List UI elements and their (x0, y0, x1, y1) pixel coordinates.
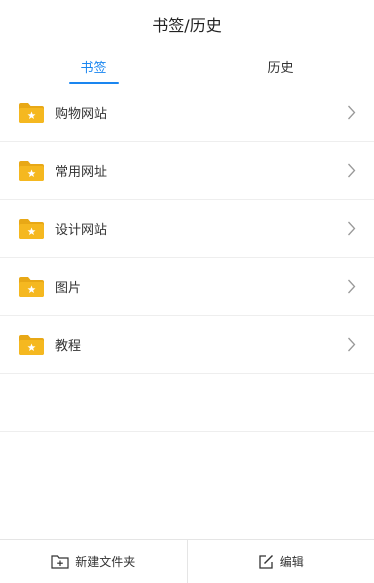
new-folder-button[interactable]: 新建文件夹 (0, 540, 187, 583)
folder-item-tutorials[interactable]: 教程 (0, 316, 374, 374)
edit-label: 编辑 (279, 555, 304, 569)
edit-button[interactable]: 编辑 (186, 540, 374, 583)
folder-star-icon (19, 102, 44, 123)
page-title: 书签/历史 (152, 16, 222, 35)
folder-star-icon (19, 160, 44, 181)
folder-label: 图片 (55, 281, 82, 296)
tab-bar: 书签 历史 (0, 48, 374, 84)
folder-star-icon (19, 218, 44, 239)
empty-row (0, 374, 374, 432)
tab-bookmarks[interactable]: 书签 (0, 48, 187, 84)
chevron-right-icon (348, 105, 356, 120)
chevron-right-icon (348, 279, 356, 294)
header: 书签/历史 (0, 0, 374, 48)
bottom-toolbar: 新建文件夹 编辑 (0, 539, 374, 583)
folder-item-common-sites[interactable]: 常用网址 (0, 142, 374, 200)
folder-label: 购物网站 (55, 107, 108, 122)
chevron-right-icon (348, 337, 356, 352)
folder-item-design-sites[interactable]: 设计网站 (0, 200, 374, 258)
tab-history-label: 历史 (267, 60, 294, 76)
chevron-right-icon (348, 163, 356, 178)
new-folder-icon (51, 555, 69, 569)
edit-icon (259, 554, 273, 569)
folder-item-images[interactable]: 图片 (0, 258, 374, 316)
folder-label: 设计网站 (55, 223, 108, 238)
tab-history[interactable]: 历史 (187, 48, 374, 84)
chevron-right-icon (348, 221, 356, 236)
folder-star-icon (19, 276, 44, 297)
new-folder-label: 新建文件夹 (75, 555, 136, 569)
bookmark-folder-list: 购物网站 常用网址 设计网站 图片 教程 (0, 84, 374, 432)
folder-star-icon (19, 334, 44, 355)
folder-item-shopping[interactable]: 购物网站 (0, 84, 374, 142)
folder-label: 教程 (55, 339, 82, 354)
folder-label: 常用网址 (55, 165, 108, 180)
tab-bookmarks-label: 书签 (80, 60, 107, 76)
